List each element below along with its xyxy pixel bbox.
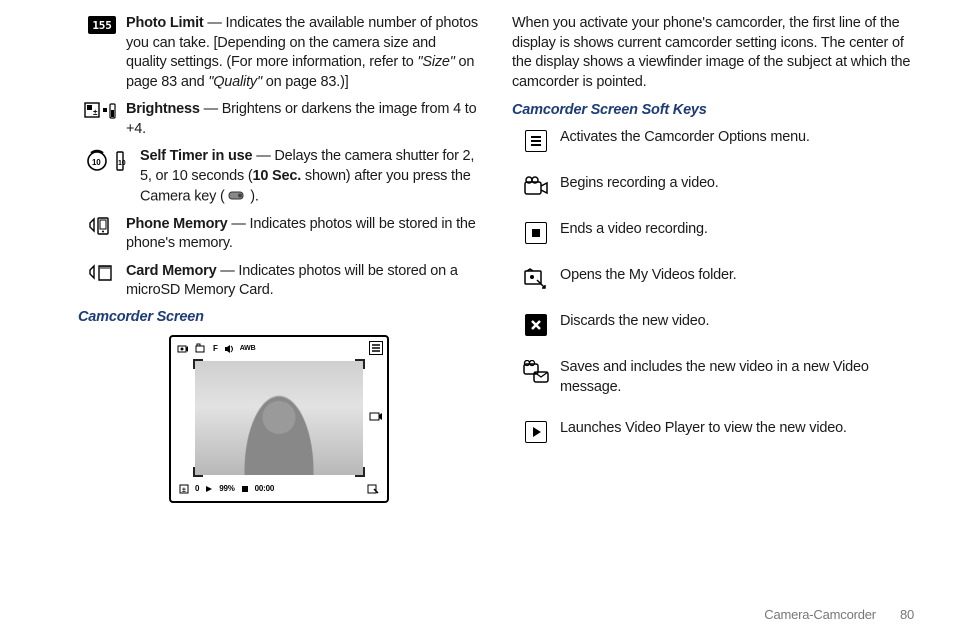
svg-text:±: ± <box>182 487 186 494</box>
softkey-row: Activates the Camcorder Options menu. <box>512 128 914 152</box>
softkey-row: Opens the My Videos folder. <box>512 266 914 290</box>
right-column: When you activate your phone's camcorder… <box>512 14 914 622</box>
softkey-row: Ends a video recording. <box>512 220 914 244</box>
vf-menu-icon <box>369 341 383 355</box>
brightness-title: Brightness <box>126 101 200 117</box>
footer-section: Camera-Camcorder <box>764 607 876 622</box>
menu-icon <box>512 128 560 152</box>
photo-limit-icon: 155 <box>78 14 126 34</box>
stop-icon <box>512 220 560 244</box>
camcorder-intro: When you activate your phone's camcorder… <box>512 14 914 92</box>
record-icon <box>512 174 560 198</box>
softkey-row: Discards the new video. <box>512 312 914 336</box>
self-timer-title: Self Timer in use <box>140 148 252 164</box>
self-timer-icon: 10 10 <box>78 147 140 173</box>
play-icon <box>512 419 560 443</box>
card-memory-icon <box>78 262 126 282</box>
item-phone-memory: Phone Memory — Indicates photos will be … <box>78 215 480 254</box>
item-photo-limit: 155 Photo Limit — Indicates the availabl… <box>78 14 480 92</box>
camcorder-viewfinder: F AWB ± 0 99% 00:00 <box>169 335 389 503</box>
item-self-timer: 1010 Self Timer in use — Delays the came… <box>78 147 480 206</box>
item-brightness: ± Brightness — Brightens or darkens the … <box>78 100 480 139</box>
camcorder-screen-heading: Camcorder Screen <box>78 309 480 325</box>
camera-key-icon <box>228 187 246 207</box>
footer-page-number: 80 <box>900 607 914 622</box>
vf-bottom-icons: ± 0 99% 00:00 <box>177 481 381 497</box>
left-column: 155 Photo Limit — Indicates the availabl… <box>78 14 480 622</box>
softkey-row: Begins recording a video. <box>512 174 914 198</box>
vf-camcorder-icon <box>369 409 383 423</box>
soft-keys-heading: Camcorder Screen Soft Keys <box>512 102 914 118</box>
page-footer: Camera-Camcorder 80 <box>764 607 914 622</box>
discard-icon <box>512 312 560 336</box>
folder-icon <box>512 266 560 290</box>
svg-text:±: ± <box>93 108 98 117</box>
softkey-row: Launches Video Player to view the new vi… <box>512 419 914 443</box>
brightness-icon: ± <box>78 100 126 120</box>
svg-text:10: 10 <box>92 158 101 167</box>
card-memory-title: Card Memory <box>126 263 216 279</box>
softkey-row: Saves and includes the new video in a ne… <box>512 358 914 397</box>
vf-top-icons: F AWB <box>175 341 383 357</box>
phone-memory-title: Phone Memory <box>126 216 228 232</box>
page: 155 Photo Limit — Indicates the availabl… <box>0 0 954 636</box>
photo-limit-title: Photo Limit <box>126 15 204 31</box>
vf-subject-image <box>195 361 363 475</box>
phone-memory-icon <box>78 215 126 235</box>
attach-video-icon <box>512 358 560 384</box>
item-card-memory: Card Memory — Indicates photos will be s… <box>78 262 480 301</box>
svg-text:10: 10 <box>118 160 126 167</box>
